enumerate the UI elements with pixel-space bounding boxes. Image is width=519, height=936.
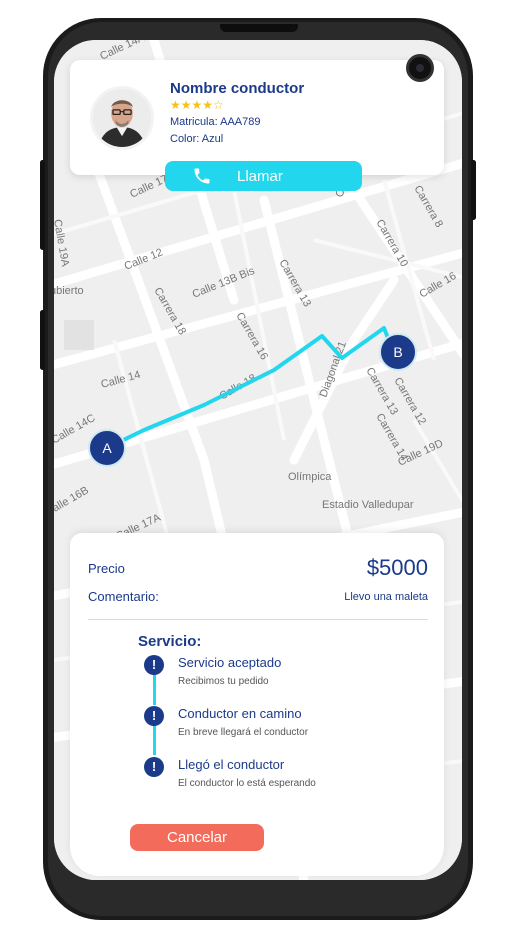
divider [88,619,428,620]
step-title: Servicio aceptado [178,655,282,670]
driver-name: Nombre conductor [170,80,305,97]
driver-card: Nombre conductor ★★★★☆ Matricula: AAA789… [70,60,444,175]
service-title: Servicio: [138,633,202,650]
power-button [40,160,45,250]
step-subtitle: Recibimos tu pedido [178,676,269,687]
comment-value: Llevo una maleta [344,591,428,603]
marker-b-icon[interactable]: B [379,333,417,371]
speaker-notch [220,24,298,32]
alert-icon: ! [144,706,164,726]
volume-button [40,310,45,370]
step-title: Conductor en camino [178,706,302,721]
step-title: Llegó el conductor [178,757,285,772]
phone-icon [194,168,210,184]
cancel-button[interactable]: Cancelar [130,824,264,851]
step-subtitle: En breve llegará el conductor [178,727,309,738]
call-button[interactable]: Llamar [165,161,362,191]
timeline-line [153,725,156,755]
price-label: Precio [88,561,125,576]
marker-a-label: A [102,440,112,456]
price-value: $5000 [366,555,428,580]
alert-icon: ! [144,655,164,675]
comment-label: Comentario: [88,589,159,604]
step-subtitle: El conductor lo está esperando [178,778,316,789]
marker-b-label: B [393,344,402,360]
front-camera [406,54,434,82]
alert-icon: ! [144,757,164,777]
side-button [471,160,476,220]
map-street-label: Olímpica [288,471,332,483]
car-color-text: Color: Azul [170,133,224,145]
driver-photo-icon [93,89,151,147]
call-button-label: Llamar [237,168,283,185]
avatar [90,86,154,150]
map-street-label: ubierto [54,285,84,297]
trip-card: Precio $5000 Comentario: Llevo una malet… [70,533,444,876]
plate-text: Matricula: AAA789 [170,116,261,128]
rating-stars: ★★★★☆ [170,98,224,112]
map-street-label: Estadio Valledupar [322,499,414,511]
marker-a-icon[interactable]: A [88,429,126,467]
timeline-line [153,673,156,705]
